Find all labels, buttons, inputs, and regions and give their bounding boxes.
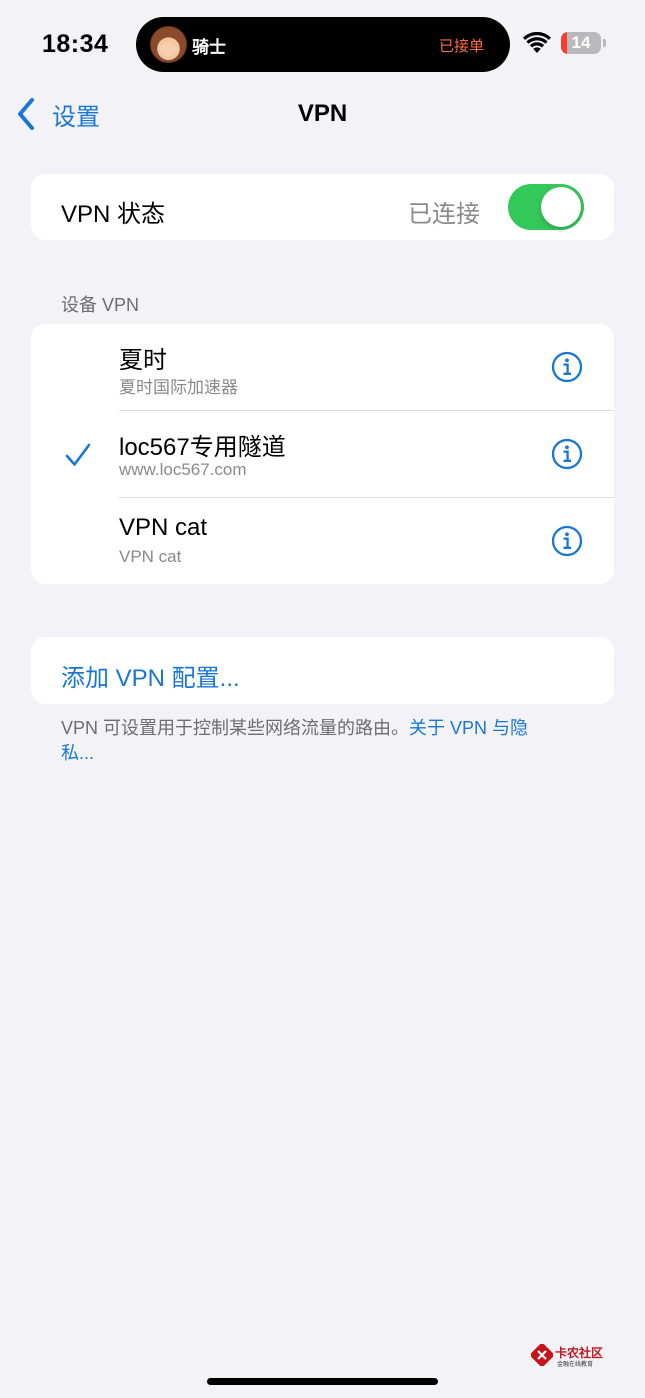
status-time: 18:34: [42, 30, 109, 58]
vpn-status-card: VPN 状态 已连接: [31, 174, 614, 240]
watermark: 卡农社区 金融在线教育: [531, 1343, 613, 1369]
add-vpn-label: 添加 VPN 配置...: [61, 665, 240, 692]
vpn-item-xiashi[interactable]: 夏时 夏时国际加速器: [31, 324, 614, 411]
island-name: 骑士: [192, 38, 226, 57]
info-icon[interactable]: [551, 351, 583, 383]
checkmark-icon: [65, 443, 91, 466]
vpn-item-title: 夏时: [119, 347, 167, 374]
vpn-item-subtitle: 夏时国际加速器: [119, 378, 238, 397]
vpn-item-title: loc567专用隧道: [119, 434, 286, 461]
footer-note: VPN 可设置用于控制某些网络流量的路由。关于 VPN 与隐私...: [61, 716, 531, 766]
wifi-icon: [523, 32, 551, 53]
battery-icon: 14: [561, 32, 601, 54]
vpn-list: 夏时 夏时国际加速器 loc567专用隧道 www.loc567.com VPN…: [31, 324, 614, 584]
watermark-logo: [531, 1344, 553, 1366]
watermark-subtitle: 金融在线教育: [557, 1362, 594, 1368]
vpn-toggle[interactable]: [508, 184, 584, 230]
vpn-status-label: VPN 状态: [61, 201, 166, 228]
dynamic-island[interactable]: 骑士 已接单: [136, 17, 510, 72]
island-status: 已接单: [438, 38, 484, 55]
add-vpn-button[interactable]: 添加 VPN 配置...: [31, 637, 614, 704]
footer-text: VPN 可设置用于控制某些网络流量的路由。: [61, 718, 410, 738]
vpn-item-loc567[interactable]: loc567专用隧道 www.loc567.com: [31, 411, 614, 498]
section-header-device-vpn: 设备 VPN: [61, 295, 140, 315]
info-icon[interactable]: [551, 438, 583, 470]
page-title: VPN: [297, 100, 348, 127]
vpn-item-vpn-cat[interactable]: VPN cat VPN cat: [31, 498, 614, 584]
toggle-knob: [541, 187, 581, 227]
info-icon[interactable]: [551, 525, 583, 557]
vpn-item-subtitle: www.loc567.com: [119, 460, 247, 479]
avatar: [150, 26, 187, 63]
battery-level: 14: [571, 33, 591, 52]
vpn-status-value: 已连接: [408, 201, 480, 228]
vpn-item-subtitle: VPN cat: [119, 547, 182, 566]
battery-cap: [603, 39, 606, 47]
vpn-item-title: VPN cat: [119, 514, 208, 541]
home-indicator[interactable]: [207, 1378, 438, 1385]
